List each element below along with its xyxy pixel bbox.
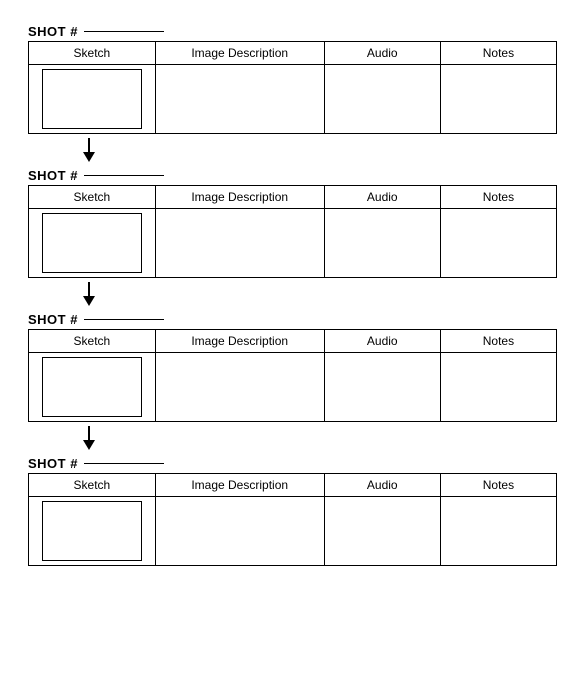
sketch-cell-4 xyxy=(29,497,156,566)
col-image-desc-2: Image Description xyxy=(155,186,324,209)
arrow-down-3 xyxy=(83,426,95,450)
arrow-head-1 xyxy=(83,152,95,162)
audio-cell-4[interactable] xyxy=(324,497,440,566)
shot-label-3: SHOT # xyxy=(28,312,78,327)
arrow-3 xyxy=(28,426,557,450)
shot-line-3 xyxy=(84,319,164,320)
arrow-head-3 xyxy=(83,440,95,450)
arrow-1 xyxy=(28,138,557,162)
col-audio-3: Audio xyxy=(324,330,440,353)
col-image-desc-1: Image Description xyxy=(155,42,324,65)
arrow-shaft-3 xyxy=(88,426,90,440)
shot-line-2 xyxy=(84,175,164,176)
shot-line-4 xyxy=(84,463,164,464)
arrow-shaft-1 xyxy=(88,138,90,152)
sketch-cell-3 xyxy=(29,353,156,422)
image-desc-cell-1[interactable] xyxy=(155,65,324,134)
audio-cell-3[interactable] xyxy=(324,353,440,422)
col-sketch-4: Sketch xyxy=(29,474,156,497)
col-notes-2: Notes xyxy=(440,186,556,209)
notes-cell-1[interactable] xyxy=(440,65,556,134)
shot-block-2: SHOT # Sketch Image Description Audio No… xyxy=(28,164,557,278)
col-audio-1: Audio xyxy=(324,42,440,65)
notes-cell-2[interactable] xyxy=(440,209,556,278)
sketch-box-4 xyxy=(42,501,142,561)
shot-label-1: SHOT # xyxy=(28,24,78,39)
shot-table-4: Sketch Image Description Audio Notes xyxy=(28,473,557,566)
shot-table-1: Sketch Image Description Audio Notes xyxy=(28,41,557,134)
arrow-head-2 xyxy=(83,296,95,306)
shot-block-1: SHOT # Sketch Image Description Audio No… xyxy=(28,20,557,134)
sketch-box-3 xyxy=(42,357,142,417)
sketch-box-1 xyxy=(42,69,142,129)
page: SHOT # Sketch Image Description Audio No… xyxy=(0,0,585,700)
col-notes-3: Notes xyxy=(440,330,556,353)
audio-cell-1[interactable] xyxy=(324,65,440,134)
image-desc-cell-2[interactable] xyxy=(155,209,324,278)
notes-cell-4[interactable] xyxy=(440,497,556,566)
shot-table-3: Sketch Image Description Audio Notes xyxy=(28,329,557,422)
col-sketch-1: Sketch xyxy=(29,42,156,65)
shot-header-3: SHOT # xyxy=(28,308,164,329)
sketch-cell-1 xyxy=(29,65,156,134)
shot-table-2: Sketch Image Description Audio Notes xyxy=(28,185,557,278)
shot-label-2: SHOT # xyxy=(28,168,78,183)
arrow-shaft-2 xyxy=(88,282,90,296)
shot-header-1: SHOT # xyxy=(28,20,164,41)
shot-block-4: SHOT # Sketch Image Description Audio No… xyxy=(28,452,557,566)
shot-block-3: SHOT # Sketch Image Description Audio No… xyxy=(28,308,557,422)
image-desc-cell-3[interactable] xyxy=(155,353,324,422)
col-notes-1: Notes xyxy=(440,42,556,65)
arrow-down-1 xyxy=(83,138,95,162)
col-image-desc-3: Image Description xyxy=(155,330,324,353)
arrow-down-2 xyxy=(83,282,95,306)
audio-cell-2[interactable] xyxy=(324,209,440,278)
col-audio-2: Audio xyxy=(324,186,440,209)
image-desc-cell-4[interactable] xyxy=(155,497,324,566)
col-sketch-2: Sketch xyxy=(29,186,156,209)
col-image-desc-4: Image Description xyxy=(155,474,324,497)
shot-label-4: SHOT # xyxy=(28,456,78,471)
col-audio-4: Audio xyxy=(324,474,440,497)
sketch-cell-2 xyxy=(29,209,156,278)
notes-cell-3[interactable] xyxy=(440,353,556,422)
shot-header-2: SHOT # xyxy=(28,164,164,185)
col-sketch-3: Sketch xyxy=(29,330,156,353)
shot-line-1 xyxy=(84,31,164,32)
arrow-2 xyxy=(28,282,557,306)
col-notes-4: Notes xyxy=(440,474,556,497)
sketch-box-2 xyxy=(42,213,142,273)
shot-header-4: SHOT # xyxy=(28,452,164,473)
